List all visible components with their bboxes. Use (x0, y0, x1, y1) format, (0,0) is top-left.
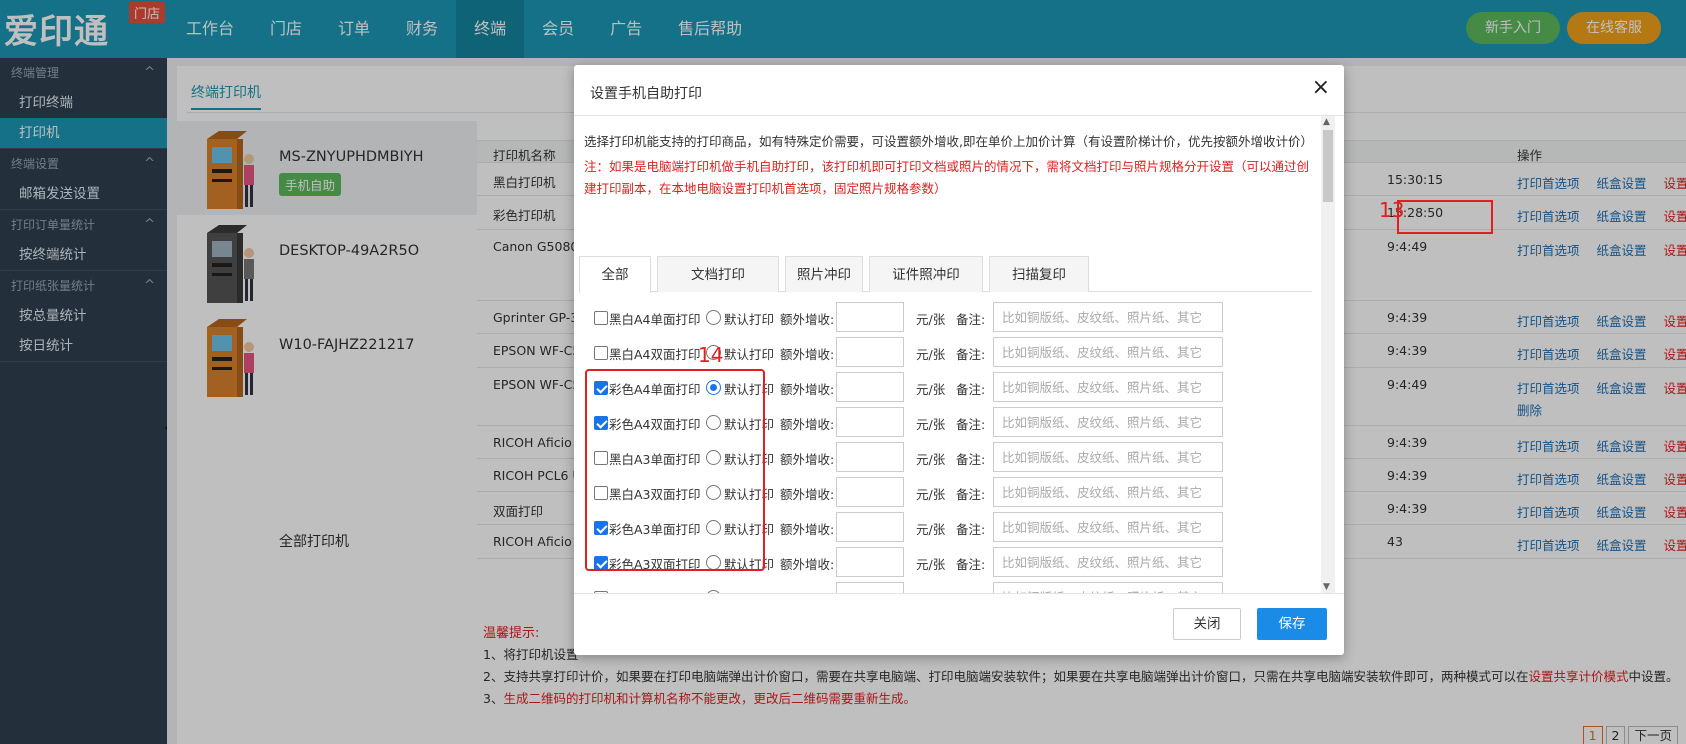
annotation-number-13: 13 (1379, 198, 1405, 222)
default-print-radio[interactable] (706, 310, 721, 325)
extra-charge-label: 额外增收: (780, 522, 835, 537)
scroll-down-icon[interactable]: ▼ (1323, 582, 1330, 592)
remark-label: 备注: (956, 452, 986, 467)
close-icon[interactable]: × (1312, 77, 1330, 99)
remark-label: 备注: (956, 382, 986, 397)
remark-input[interactable] (993, 582, 1223, 593)
dialog-note: 注：如果是电脑端打印机做手机自助打印，该打印机即可打印文档或照片的情况下，需将文… (584, 159, 1310, 196)
option-label: 黑白A4双面打印 (609, 347, 701, 362)
dialog-tabs: 全部 文档打印 照片冲印 证件照冲印 扫描复印 (579, 256, 1312, 293)
annotation-box-13 (1397, 200, 1493, 234)
extra-charge-label: 额外增收: (780, 417, 835, 432)
remark-label: 备注: (956, 417, 986, 432)
remark-input[interactable] (993, 302, 1223, 332)
remark-input[interactable] (993, 372, 1223, 402)
remark-input[interactable] (993, 407, 1223, 437)
remark-label: 备注: (956, 487, 986, 502)
remark-label: 备注: (956, 522, 986, 537)
close-button[interactable]: 关闭 (1173, 608, 1241, 640)
remark-input[interactable] (993, 547, 1223, 577)
annotation-box-14 (585, 369, 765, 571)
extra-charge-input[interactable] (836, 477, 904, 507)
option-checkbox[interactable] (594, 311, 608, 325)
tab-3[interactable]: 证件照冲印 (869, 256, 983, 292)
remark-input[interactable] (993, 442, 1223, 472)
extra-charge-label: 额外增收: (780, 312, 835, 327)
remark-label: 备注: (956, 347, 986, 362)
extra-charge-input[interactable] (836, 407, 904, 437)
unit-label: 元/张 (916, 347, 946, 362)
print-option-row: 黑白B4单面打印默认打印额外增收:元/张备注: (594, 581, 1274, 593)
scroll-up-icon[interactable]: ▲ (1323, 117, 1330, 127)
extra-charge-label: 额外增收: (780, 487, 835, 502)
tab-1[interactable]: 文档打印 (657, 256, 779, 292)
dialog-body: 选择打印机能支持的打印商品，如有特殊定价需要，可设置额外增收,即在单价上加价计算… (574, 116, 1344, 593)
extra-charge-label: 额外增收: (780, 347, 835, 362)
tab-4[interactable]: 扫描复印 (989, 256, 1089, 292)
unit-label: 元/张 (916, 557, 946, 572)
print-option-row: 黑白A4单面打印 默认打印 额外增收: 元/张 备注: (594, 301, 1274, 335)
unit-label: 元/张 (916, 522, 946, 537)
extra-charge-input[interactable] (836, 372, 904, 402)
tab-0[interactable]: 全部 (579, 256, 651, 293)
dialog-title: 设置手机自助打印 (590, 86, 702, 102)
extra-charge-label: 额外增收: (780, 452, 835, 467)
dialog-scrollbar[interactable]: ▲ ▼ (1321, 116, 1335, 593)
unit-label: 元/张 (916, 312, 946, 327)
extra-charge-input[interactable] (836, 547, 904, 577)
unit-label: 元/张 (916, 487, 946, 502)
annotation-number-14: 14 (698, 343, 724, 367)
extra-charge-input[interactable] (836, 582, 904, 593)
remark-input[interactable] (993, 477, 1223, 507)
dialog-footer-divider (574, 593, 1344, 594)
option-checkbox[interactable] (594, 346, 608, 360)
save-button[interactable]: 保存 (1257, 608, 1327, 640)
tab-2[interactable]: 照片冲印 (785, 256, 863, 292)
default-print-label: 默认打印 (724, 347, 775, 362)
extra-charge-input[interactable] (836, 302, 904, 332)
dialog-description: 选择打印机能支持的打印商品，如有特殊定价需要，可设置额外增收,即在单价上加价计算… (584, 134, 1313, 149)
remark-label: 备注: (956, 557, 986, 572)
scroll-thumb[interactable] (1323, 130, 1333, 202)
extra-charge-input[interactable] (836, 337, 904, 367)
remark-label: 备注: (956, 312, 986, 327)
extra-charge-input[interactable] (836, 512, 904, 542)
default-print-label: 默认打印 (724, 312, 775, 327)
print-option-row: 黑白A4双面打印 默认打印 额外增收: 元/张 备注: (594, 336, 1274, 370)
unit-label: 元/张 (916, 417, 946, 432)
unit-label: 元/张 (916, 452, 946, 467)
unit-label: 元/张 (916, 382, 946, 397)
extra-charge-input[interactable] (836, 442, 904, 472)
extra-charge-label: 额外增收: (780, 382, 835, 397)
option-label: 黑白A4单面打印 (609, 312, 701, 327)
remark-input[interactable] (993, 512, 1223, 542)
mobile-self-print-dialog: 设置手机自助打印 × 选择打印机能支持的打印商品，如有特殊定价需要，可设置额外增… (574, 65, 1344, 655)
extra-charge-label: 额外增收: (780, 557, 835, 572)
remark-input[interactable] (993, 337, 1223, 367)
